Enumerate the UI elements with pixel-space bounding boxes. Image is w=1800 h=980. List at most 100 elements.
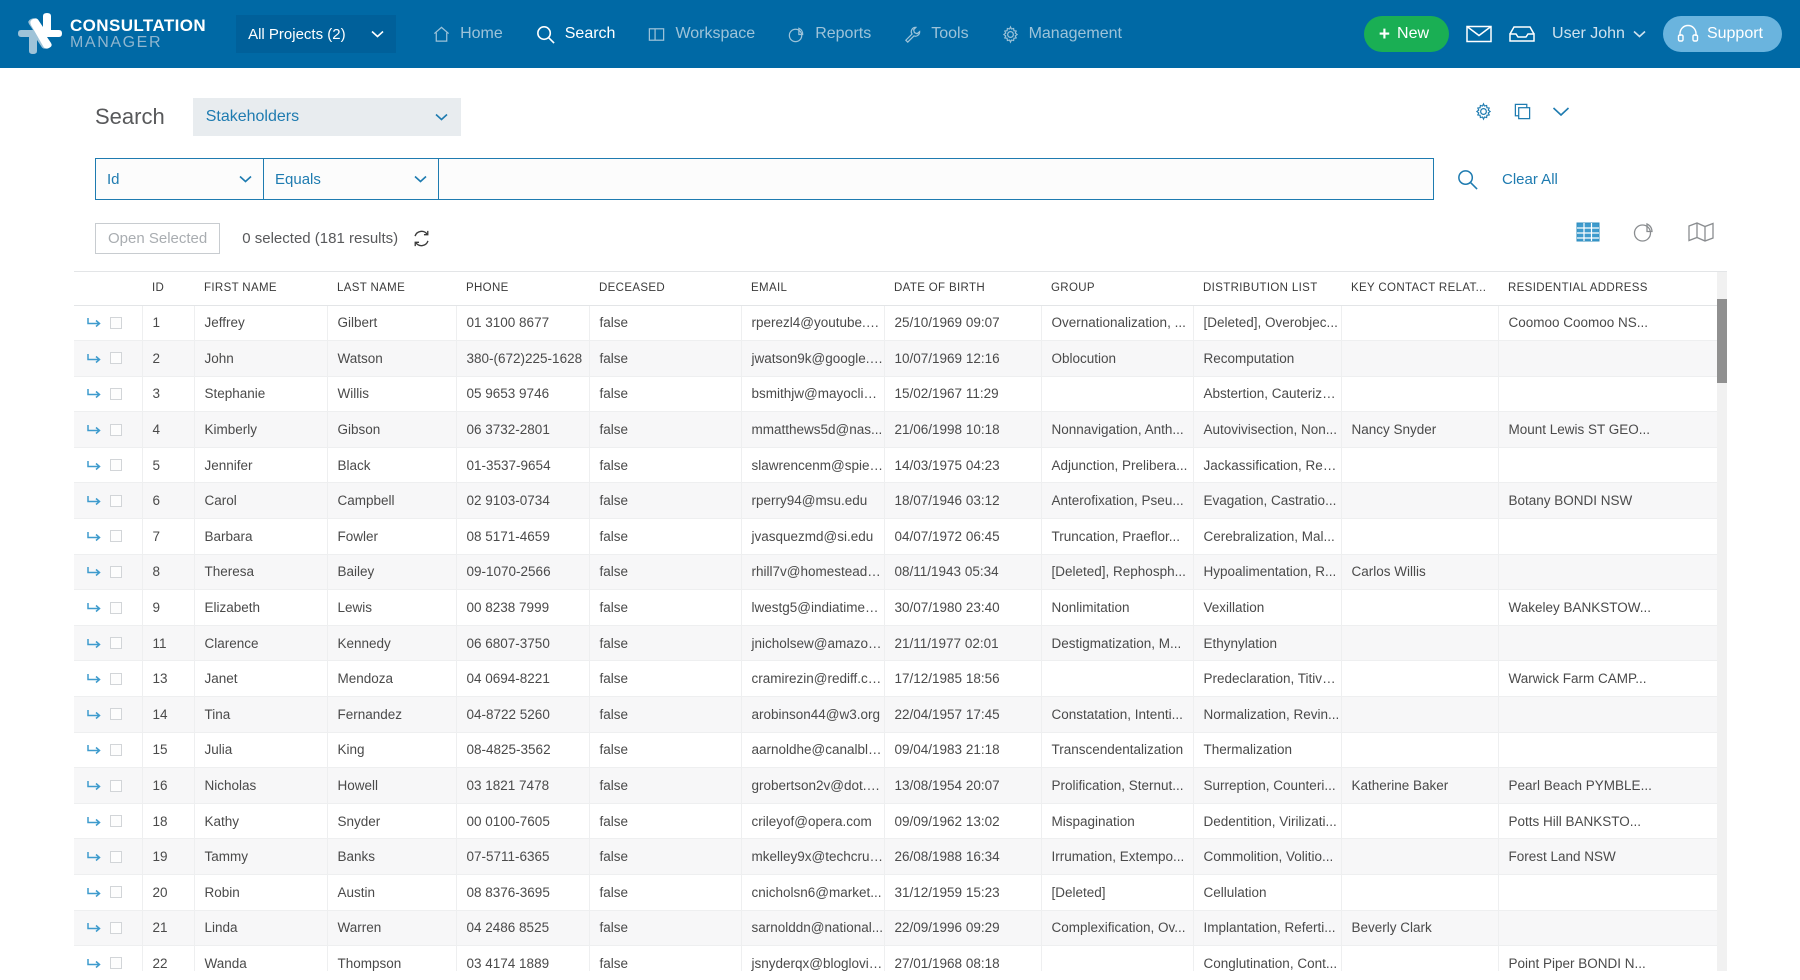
nav-item-workspace[interactable]: Workspace <box>633 17 769 52</box>
table-row[interactable]: 5 Jennifer Black 01-3537-9654 false slawrence… <box>74 447 1720 484</box>
inbox-button[interactable] <box>1509 24 1535 44</box>
filter-operator-select[interactable]: Equals <box>263 158 438 200</box>
row-checkbox[interactable] <box>110 850 122 863</box>
column-header-date-of-birth[interactable]: DATE OF BIRTH <box>884 272 1041 306</box>
table-row[interactable]: 11 Clarence Kennedy 06 6807-3750 false jnicho… <box>74 625 1720 662</box>
support-button[interactable]: Support <box>1662 16 1782 52</box>
column-header-phone[interactable]: PHONE <box>456 272 589 306</box>
column-header-email[interactable]: EMAIL <box>741 272 884 306</box>
cell-residential-address <box>1498 625 1720 662</box>
table-row[interactable]: 4 Kimberly Gibson 06 3732-2801 false mmatthew… <box>74 411 1720 448</box>
open-row-button[interactable] <box>87 495 101 506</box>
open-row-button[interactable] <box>87 353 101 364</box>
table-row[interactable]: 2 John Watson 380-(672)225-1628 false jwatson… <box>74 340 1720 377</box>
search-more-options-button[interactable] <box>1552 106 1570 117</box>
table-vertical-scrollbar[interactable] <box>1717 272 1727 971</box>
nav-item-search[interactable]: Search <box>521 16 630 53</box>
table-row[interactable]: 7 Barbara Fowler 08 5171-4659 false jvasquezm… <box>74 518 1720 555</box>
row-checkbox[interactable] <box>110 530 122 543</box>
table-row[interactable]: 8 Theresa Bailey 09-1070-2566 false rhill7v@h… <box>74 554 1720 591</box>
open-row-button[interactable] <box>87 744 101 755</box>
row-checkbox[interactable] <box>110 637 122 650</box>
open-row-button[interactable] <box>87 851 101 862</box>
chart-view-button[interactable] <box>1632 221 1656 243</box>
mail-button[interactable] <box>1466 24 1492 44</box>
clear-all-button[interactable]: Clear All <box>1502 171 1558 188</box>
refresh-results-button[interactable] <box>412 229 431 248</box>
column-header-first-name[interactable]: FIRST NAME <box>194 272 327 306</box>
map-view-button[interactable] <box>1688 221 1714 243</box>
row-checkbox[interactable] <box>110 352 122 365</box>
row-checkbox[interactable] <box>110 957 122 970</box>
open-row-button[interactable] <box>87 816 101 827</box>
open-row-button[interactable] <box>87 673 101 684</box>
row-checkbox[interactable] <box>110 921 122 934</box>
table-row[interactable]: 15 Julia King 08-4825-3562 false aarnoldhe@ca… <box>74 732 1720 769</box>
table-row[interactable]: 18 Kathy Snyder 00 0100-7605 false crileyof@o… <box>74 803 1720 840</box>
table-row[interactable]: 9 Elizabeth Lewis 00 8238 7999 false lwestg5@… <box>74 589 1720 626</box>
row-checkbox[interactable] <box>110 708 122 721</box>
row-checkbox[interactable] <box>110 672 122 685</box>
new-button[interactable]: + New <box>1363 16 1450 52</box>
open-row-button[interactable] <box>87 460 101 471</box>
column-header-id[interactable]: ID <box>142 272 194 306</box>
table-row[interactable]: 22 Wanda Thompson 03 4174 1889 false jsnyderq… <box>74 945 1720 971</box>
open-row-button[interactable] <box>87 638 101 649</box>
open-row-button[interactable] <box>87 388 101 399</box>
table-row[interactable]: 3 Stephanie Willis 05 9653 9746 false bsmithj… <box>74 376 1720 413</box>
search-settings-button[interactable] <box>1474 102 1493 121</box>
column-header-residential-address[interactable]: RESIDENTIAL ADDRESS <box>1498 272 1719 306</box>
table-row[interactable]: 6 Carol Campbell 02 9103-0734 false rperry94@… <box>74 482 1720 520</box>
row-checkbox[interactable] <box>110 601 122 614</box>
nav-item-management[interactable]: Management <box>987 17 1136 52</box>
table-scrollbar-thumb[interactable] <box>1717 299 1727 383</box>
open-row-button[interactable] <box>87 709 101 720</box>
duplicate-search-button[interactable] <box>1513 102 1532 121</box>
app-logo[interactable]: CONSULTATION MANAGER <box>18 13 206 55</box>
filter-value-input[interactable] <box>438 158 1434 200</box>
open-row-button[interactable] <box>87 317 101 328</box>
table-row[interactable]: 16 Nicholas Howell 03 1821 7478 false grobert… <box>74 767 1720 804</box>
row-checkbox[interactable] <box>110 316 122 329</box>
open-row-button[interactable] <box>87 602 101 613</box>
open-row-arrow-icon <box>87 709 101 719</box>
column-header-distribution-list[interactable]: DISTRIBUTION LIST <box>1193 272 1341 306</box>
column-header-group[interactable]: GROUP <box>1041 272 1193 306</box>
row-checkbox[interactable] <box>110 387 122 400</box>
run-search-button[interactable] <box>1456 168 1479 191</box>
nav-item-reports[interactable]: Reports <box>773 17 885 52</box>
open-row-button[interactable] <box>87 922 101 933</box>
open-row-button[interactable] <box>87 531 101 542</box>
open-row-button[interactable] <box>87 780 101 791</box>
open-row-button[interactable] <box>87 958 101 969</box>
open-selected-button[interactable]: Open Selected <box>95 223 221 254</box>
table-row[interactable]: 1 Jeffrey Gilbert 01 3100 8677 false rperezl4… <box>74 305 1720 342</box>
row-checkbox[interactable] <box>110 779 122 792</box>
entity-type-selector[interactable]: Stakeholders <box>192 98 461 136</box>
grid-view-button[interactable] <box>1576 221 1600 243</box>
column-header-select[interactable] <box>74 272 142 306</box>
table-row[interactable]: 20 Robin Austin 08 8376-3695 false cnicholsn6… <box>74 874 1720 911</box>
row-checkbox[interactable] <box>110 459 122 472</box>
filter-field-select[interactable]: Id <box>95 158 263 200</box>
open-row-button[interactable] <box>87 424 101 435</box>
nav-item-tools[interactable]: Tools <box>889 17 982 52</box>
row-checkbox[interactable] <box>110 565 122 578</box>
column-header-key-contact-relationship[interactable]: KEY CONTACT RELAT... <box>1341 272 1498 306</box>
open-row-button[interactable] <box>87 566 101 577</box>
row-checkbox[interactable] <box>110 494 122 507</box>
open-row-button[interactable] <box>87 887 101 898</box>
table-row[interactable]: 14 Tina Fernandez 04-8722 5260 false arobinso… <box>74 696 1720 733</box>
table-row[interactable]: 21 Linda Warren 04 2486 8525 false sarnolddn@… <box>74 910 1720 947</box>
column-header-deceased[interactable]: DECEASED <box>589 272 741 306</box>
table-row[interactable]: 19 Tammy Banks 07-5711-6365 false mkelley9x@t… <box>74 838 1720 875</box>
column-header-last-name[interactable]: LAST NAME <box>327 272 456 306</box>
user-menu[interactable]: User John <box>1552 25 1646 43</box>
row-checkbox[interactable] <box>110 423 122 436</box>
row-checkbox[interactable] <box>110 743 122 756</box>
row-checkbox[interactable] <box>110 886 122 899</box>
row-checkbox[interactable] <box>110 815 122 828</box>
project-selector[interactable]: All Projects (2) <box>236 15 397 53</box>
nav-item-home[interactable]: Home <box>418 17 517 52</box>
table-row[interactable]: 13 Janet Mendoza 04 0694-8221 false cramirezi… <box>74 660 1720 698</box>
